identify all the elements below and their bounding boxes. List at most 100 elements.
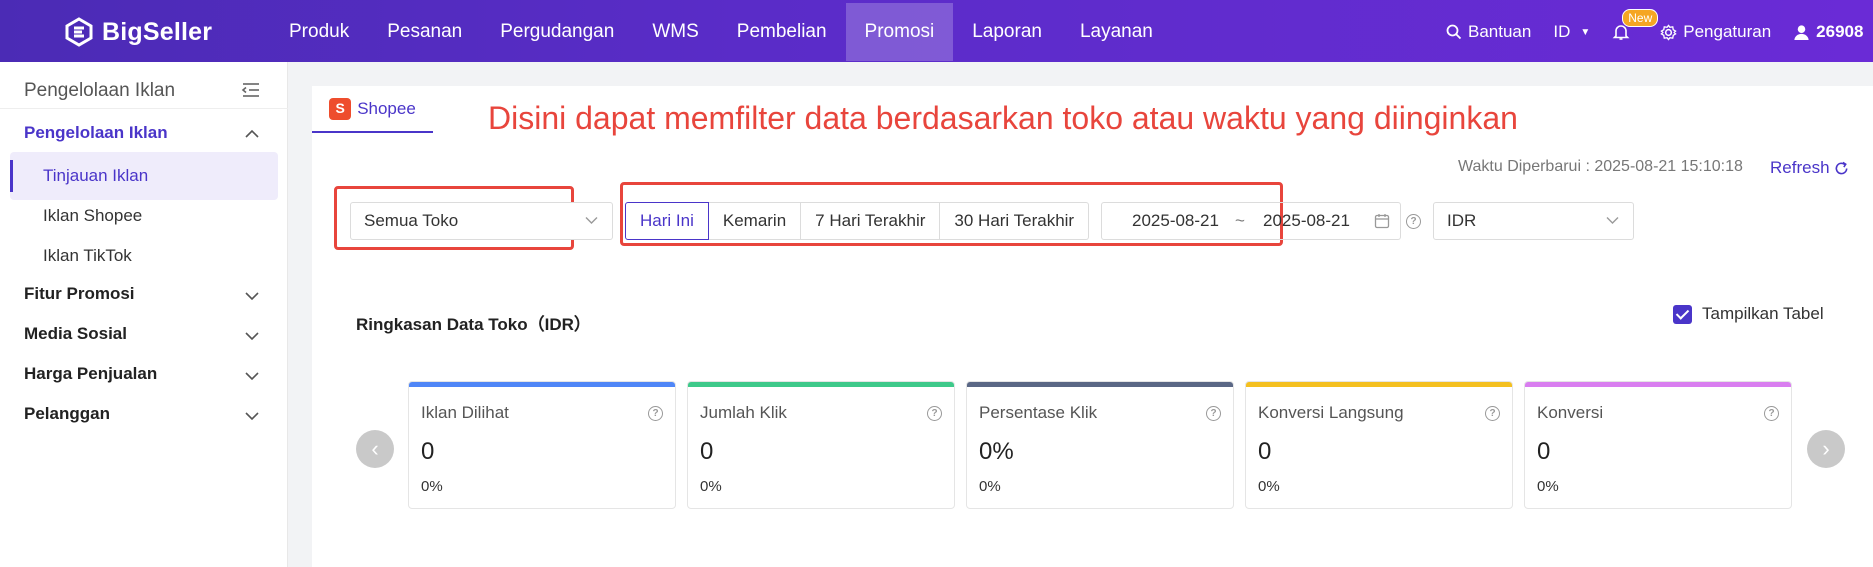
caret-down-icon: ▼ [1580, 26, 1591, 38]
time-range-hari-ini[interactable]: Hari Ini [625, 202, 709, 240]
help-button[interactable]: Bantuan [1446, 22, 1531, 42]
time-range-30-hari[interactable]: 30 Hari Terakhir [940, 202, 1090, 240]
language-dropdown[interactable]: ID ▼ [1553, 22, 1590, 42]
card-color-bar [1525, 382, 1791, 387]
sidebar-item-iklan-tiktok[interactable]: Iklan TikTok [10, 232, 278, 280]
chevron-left-icon: ‹ [371, 436, 379, 461]
chevron-down-icon[interactable] [245, 411, 259, 421]
shopee-bag-icon [329, 97, 352, 120]
settings-label: Pengaturan [1683, 22, 1772, 41]
sidebar-group-pelanggan[interactable]: Pelanggan [24, 404, 110, 424]
chevron-right-icon: › [1822, 436, 1830, 461]
sidebar-item-label: Tinjauan Iklan [43, 166, 149, 185]
user-label: 26908 [1816, 22, 1864, 41]
settings-button[interactable]: Pengaturan [1660, 22, 1771, 42]
show-table-checkbox[interactable] [1673, 304, 1692, 324]
nav-layanan[interactable]: Layanan [1061, 3, 1172, 61]
carousel-next-button[interactable]: › [1807, 430, 1845, 468]
collapse-sidebar-icon[interactable] [241, 81, 261, 99]
user-menu[interactable]: 26908 [1793, 22, 1863, 42]
search-icon [1446, 24, 1462, 40]
card-label: Konversi Langsung [1258, 403, 1404, 422]
sidebar-group-media-sosial[interactable]: Media Sosial [24, 324, 127, 344]
metric-card-konversi-langsung: Konversi Langsung ? 0 0% [1245, 381, 1513, 509]
card-percent: 0% [700, 478, 722, 495]
card-label: Persentase Klik [979, 403, 1098, 422]
date-separator: ~ [1235, 211, 1245, 230]
sidebar-item-label: Iklan TikTok [43, 246, 132, 265]
chevron-up-icon[interactable] [245, 129, 259, 139]
date-end[interactable]: 2025-08-21 [1263, 211, 1350, 231]
help-icon[interactable]: ? [1485, 406, 1500, 421]
show-table-label: Tampilkan Tabel [1702, 304, 1824, 323]
nav-produk[interactable]: Produk [270, 3, 368, 61]
time-range-7-hari[interactable]: 7 Hari Terakhir [801, 202, 941, 240]
sidebar-title: Pengelolaan Iklan [24, 80, 176, 101]
tab-shopee-label: Shopee [357, 98, 416, 118]
nav-promosi[interactable]: Promosi [845, 3, 954, 61]
card-value: 0 [700, 438, 714, 465]
summary-title: Ringkasan Data Toko（IDR） [356, 315, 591, 334]
sidebar-group-fitur-promosi[interactable]: Fitur Promosi [24, 284, 135, 304]
metric-card-persentase-klik: Persentase Klik ? 0% 0% [966, 381, 1234, 509]
header-tools: Bantuan ID ▼ New Pengaturan 26908 [1446, 3, 1873, 61]
new-badge: New [1622, 9, 1659, 27]
card-value: 0% [979, 438, 1014, 465]
show-table-toggle[interactable]: Tampilkan Tabel [1673, 304, 1824, 324]
card-percent: 0% [1258, 478, 1280, 495]
top-navbar: BigSeller Produk Pesanan Pergudangan WMS… [0, 0, 1873, 62]
calendar-icon [1374, 214, 1390, 229]
card-color-bar [409, 382, 675, 387]
user-icon [1794, 24, 1809, 40]
help-icon[interactable]: ? [1764, 406, 1779, 421]
currency-select-value: IDR [1447, 211, 1477, 230]
card-label: Jumlah Klik [700, 403, 787, 422]
updated-time: Waktu Diperbarui : 2025-08-21 15:10:18 [1458, 158, 1743, 175]
help-label: Bantuan [1468, 22, 1532, 41]
card-color-bar [1246, 382, 1512, 387]
chevron-down-icon[interactable] [245, 291, 259, 301]
carousel-prev-button[interactable]: ‹ [356, 430, 394, 468]
nav-wms[interactable]: WMS [633, 3, 717, 61]
sidebar-group-pengelolaan-iklan[interactable]: Pengelolaan Iklan [24, 123, 168, 143]
sidebar-item-label: Iklan Shopee [43, 206, 143, 225]
help-icon[interactable]: ? [1206, 406, 1221, 421]
help-icon[interactable]: ? [1406, 214, 1421, 229]
chevron-down-icon [585, 217, 598, 224]
nav-pergudangan[interactable]: Pergudangan [481, 3, 633, 61]
card-color-bar [967, 382, 1233, 387]
chevron-down-icon[interactable] [245, 371, 259, 381]
refresh-label: Refresh [1770, 158, 1830, 177]
help-icon[interactable]: ? [927, 406, 942, 421]
time-range-kemarin[interactable]: Kemarin [708, 202, 802, 240]
main-content: Shopee Disini dapat memfilter data berda… [312, 86, 1873, 567]
sidebar: Pengelolaan Iklan Pengelolaan Iklan Tinj… [0, 62, 288, 567]
card-percent: 0% [421, 478, 443, 495]
bigseller-logo-icon [65, 17, 93, 47]
refresh-icon [1835, 161, 1847, 174]
currency-select[interactable]: IDR [1433, 202, 1634, 240]
metric-card-jumlah-klik: Jumlah Klik ? 0 0% [687, 381, 955, 509]
notification-button[interactable]: New [1612, 9, 1659, 41]
store-select[interactable]: Semua Toko [350, 202, 613, 240]
date-range-picker[interactable]: 2025-08-21 ~ 2025-08-21 [1101, 202, 1401, 240]
nav-pesanan[interactable]: Pesanan [368, 3, 481, 61]
chevron-down-icon[interactable] [245, 331, 259, 341]
brand-name: BigSeller [102, 17, 213, 46]
refresh-button[interactable]: Refresh [1770, 158, 1849, 178]
store-select-value: Semua Toko [364, 211, 459, 230]
chevron-down-icon [1606, 217, 1619, 224]
sidebar-group-harga-penjualan[interactable]: Harga Penjualan [24, 364, 157, 384]
date-start[interactable]: 2025-08-21 [1132, 211, 1219, 231]
card-percent: 0% [1537, 478, 1559, 495]
card-value: 0 [1537, 438, 1551, 465]
nav-pembelian[interactable]: Pembelian [718, 3, 846, 61]
metric-card-konversi: Konversi ? 0 0% [1524, 381, 1792, 509]
card-value: 0 [421, 438, 435, 465]
tab-shopee[interactable]: Shopee [312, 86, 433, 133]
help-icon[interactable]: ? [648, 406, 663, 421]
annotation-text: Disini dapat memfilter data berdasarkan … [488, 100, 1518, 136]
main-nav: Produk Pesanan Pergudangan WMS Pembelian… [270, 3, 1172, 61]
brand-logo[interactable]: BigSeller [64, 17, 212, 47]
nav-laporan[interactable]: Laporan [953, 3, 1061, 61]
